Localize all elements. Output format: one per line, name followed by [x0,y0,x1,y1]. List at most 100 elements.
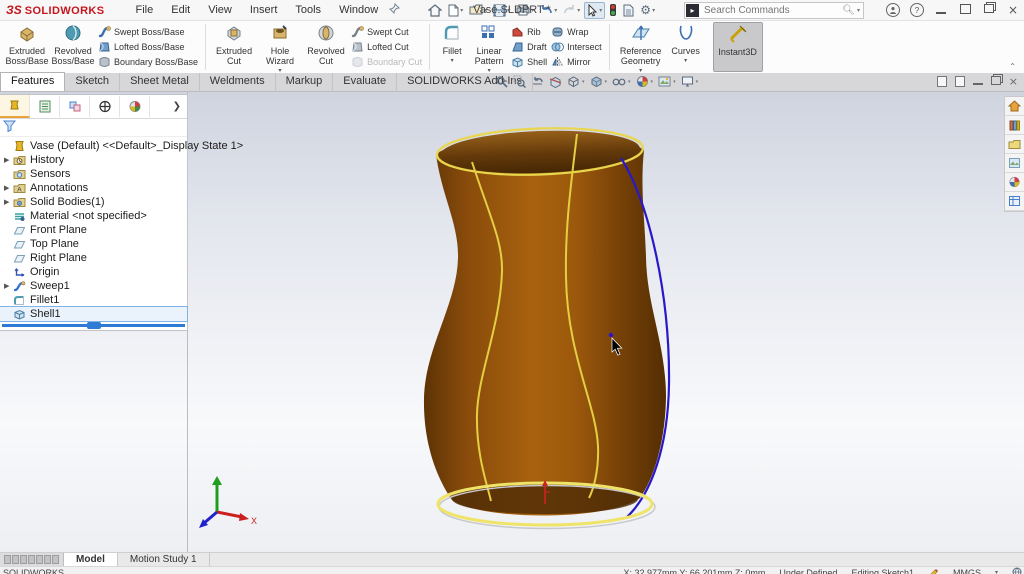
tree-item-annotations[interactable]: ▶ A Annotations [0,181,187,195]
menu-edit[interactable]: Edit [162,2,199,18]
file-explorer-icon[interactable] [1005,135,1024,154]
view-settings-icon[interactable]: ▾ [680,74,700,89]
display-style-icon[interactable]: ▾ [589,74,609,89]
graphics-viewport[interactable]: X ❯ Vase (Default) <<Default>_Display St… [0,92,1024,552]
rib-button[interactable]: Rib [509,25,549,38]
revolved-cut-button[interactable]: Revolved Cut [303,22,349,72]
tree-item-history[interactable]: ▶ History [0,153,187,167]
tree-item-front-plane[interactable]: Front Plane [0,223,187,237]
configurationmanager-icon[interactable] [60,96,90,117]
redo-icon[interactable]: ▾ [561,3,582,17]
print-icon[interactable]: ▾ [514,3,536,17]
revolved-boss-base-button[interactable]: Revolved Boss/Base [50,22,96,72]
tab-model[interactable]: Model [64,553,118,566]
doc-icon-2[interactable] [954,76,965,87]
zoom-to-area-icon[interactable] [512,74,527,89]
menu-insert[interactable]: Insert [241,2,287,18]
mirror-button[interactable]: Mirror [549,55,604,68]
search-icon[interactable]: 🔍︎ [842,5,855,16]
panel-expand-icon[interactable]: ❯ [173,101,181,112]
wrap-button[interactable]: Wrap [549,25,604,38]
swept-cut-button[interactable]: Swept Cut [349,25,424,38]
rebuild-icon[interactable] [607,2,619,18]
status-units[interactable]: MMGS [953,568,981,574]
tree-item-origin[interactable]: Origin [0,265,187,279]
tree-item-part[interactable]: Vase (Default) <<Default>_Display State … [0,139,243,153]
displaymanager-icon[interactable] [120,96,150,117]
doc-minimize-icon[interactable] [972,75,983,88]
doc-restore-icon[interactable] [990,75,1001,88]
previous-view-icon[interactable] [530,74,545,89]
tree-item-top-plane[interactable]: Top Plane [0,237,187,251]
resources-home-icon[interactable] [1005,97,1024,116]
shell-button[interactable]: Shell [509,55,549,68]
menu-file[interactable]: File [127,2,163,18]
sketch-edit-icon[interactable] [928,567,939,574]
intersect-button[interactable]: Intersect [549,40,604,53]
instant3d-button[interactable]: Instant3D [712,22,763,72]
status-globe-icon[interactable] [1012,567,1022,574]
tab-evaluate[interactable]: Evaluate [333,73,398,91]
select-icon[interactable]: ▾ [584,1,606,19]
boundary-boss-base-button[interactable]: Boundary Boss/Base [96,55,200,68]
menu-tools[interactable]: Tools [286,2,330,18]
appearances-scenes-icon[interactable] [1005,173,1024,192]
expand-arrow-icon[interactable]: ▶ [4,282,13,290]
options-icon[interactable]: ⚙ ▾ [638,2,657,18]
home-icon[interactable] [426,3,444,18]
menu-window[interactable]: Window [330,2,387,18]
doc-icon-1[interactable] [936,76,947,87]
tab-markup[interactable]: Markup [276,73,334,91]
hole-wizard-button[interactable]: Hole Wizard ▾ [257,22,303,74]
propertymanager-icon[interactable] [30,96,60,117]
new-document-icon[interactable]: ▾ [446,3,465,18]
menu-view[interactable]: View [199,2,241,18]
search-commands-box[interactable]: ▸ 🔍︎ ▾ [684,2,864,19]
featuremanager-tree-icon[interactable] [0,95,30,118]
ribbon-collapse-icon[interactable]: ⌃ [1009,62,1016,71]
tree-item-sweep1[interactable]: ▶ Sweep1 [0,279,187,293]
tree-item-shell1[interactable]: Shell1 [0,306,188,322]
minimize-icon[interactable] [934,4,948,17]
help-icon[interactable]: ? [910,3,924,17]
tree-item-sensors[interactable]: Sensors [0,167,187,181]
extruded-cut-button[interactable]: Extruded Cut [211,22,257,72]
design-library-icon[interactable] [1005,116,1024,135]
rollback-bar[interactable] [2,322,185,329]
linear-pattern-button[interactable]: Linear Pattern ▾ [469,22,509,74]
filter-icon[interactable] [2,120,17,135]
swept-boss-base-button[interactable]: Swept Boss/Base [96,25,200,38]
maximize-icon[interactable] [958,3,972,17]
tab-sheet-metal[interactable]: Sheet Metal [120,73,200,91]
pane-splitter-buttons[interactable] [0,553,64,566]
tree-item-solid-bodies[interactable]: ▶ Solid Bodies(1) [0,195,187,209]
view-orientation-icon[interactable]: ▾ [566,74,586,89]
edit-appearance-icon[interactable]: ▾ [635,74,655,89]
lofted-cut-button[interactable]: Lofted Cut [349,40,424,53]
curves-dropdown-icon[interactable]: ▾ [684,57,687,64]
fillet-dropdown-icon[interactable]: ▾ [451,57,454,64]
tab-sketch[interactable]: Sketch [65,73,121,91]
doc-close-icon[interactable]: × [1009,75,1018,88]
search-dropdown-icon[interactable]: ▾ [857,7,860,14]
fillet-button[interactable]: Fillet ▾ [435,22,469,72]
reference-geometry-button[interactable]: Reference Geometry ▾ [615,22,667,74]
tab-motion-study-1[interactable]: Motion Study 1 [118,553,210,566]
file-properties-icon[interactable] [621,3,636,18]
open-icon[interactable]: ▾ [467,3,489,17]
expand-arrow-icon[interactable]: ▶ [4,184,13,192]
restore-icon[interactable] [982,4,996,16]
custom-properties-icon[interactable] [1005,192,1024,211]
curves-button[interactable]: Curves ▾ [667,22,705,72]
tab-weldments[interactable]: Weldments [200,73,276,91]
search-input[interactable] [702,4,843,17]
undo-icon[interactable]: ▾ [538,3,559,17]
user-account-icon[interactable] [886,3,900,17]
tree-item-right-plane[interactable]: Right Plane [0,251,187,265]
lofted-boss-base-button[interactable]: Lofted Boss/Base [96,40,200,53]
tree-item-material[interactable]: Material <not specified> [0,209,187,223]
close-icon[interactable]: × [1006,3,1020,17]
expand-arrow-icon[interactable]: ▶ [4,156,13,164]
apply-scene-icon[interactable]: ▾ [657,74,677,89]
tab-features[interactable]: Features [0,72,66,91]
